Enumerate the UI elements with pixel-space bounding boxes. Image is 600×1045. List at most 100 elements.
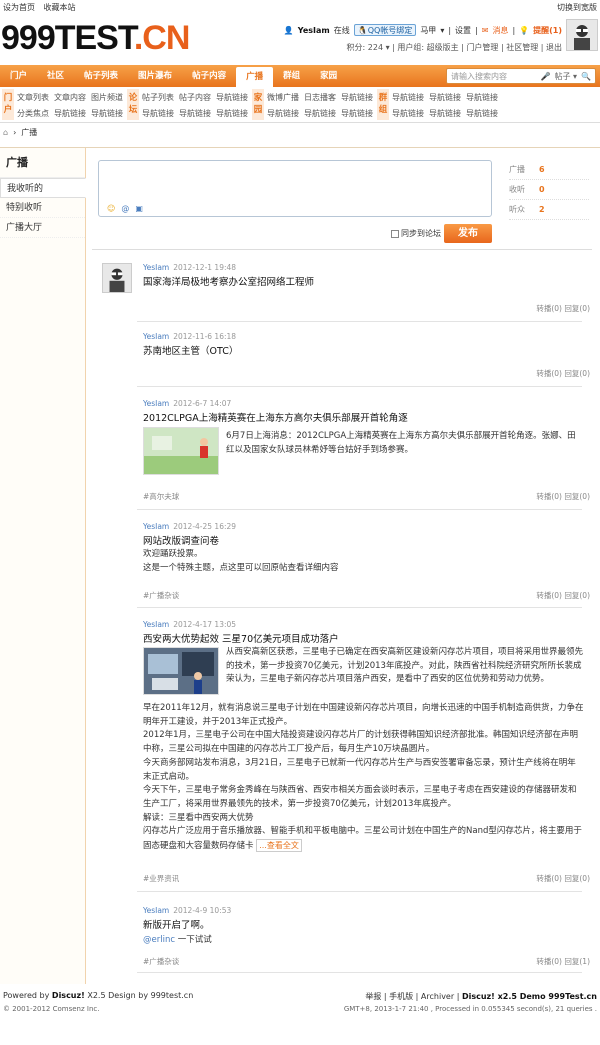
nav-item-home[interactable]: 家园 [310, 65, 347, 87]
post-author[interactable]: YesIam [143, 620, 169, 629]
sync-forum-option[interactable]: 同步到论坛 [391, 228, 441, 239]
home-icon[interactable]: ⌂ [3, 128, 8, 137]
subnav-link[interactable]: 导航链接 [267, 108, 299, 121]
sync-checkbox[interactable] [391, 229, 399, 238]
subnav-link[interactable]: 图片频道 [91, 92, 123, 105]
post-title[interactable]: 网站改版调查问卷 [143, 533, 219, 547]
messages-link[interactable]: 消息 [492, 25, 508, 36]
credits-link[interactable]: 积分: 224 [347, 43, 384, 52]
post-author[interactable]: YesIam [143, 906, 169, 915]
bookmark-link[interactable]: 收藏本站 [44, 3, 76, 12]
subnav-link[interactable]: 帖子列表 [142, 92, 174, 105]
post-author[interactable]: YesIam [143, 399, 169, 408]
subnav-link[interactable]: 导航链接 [179, 108, 211, 121]
switch-style-link[interactable]: 切换到宽版 [557, 2, 597, 13]
nav-item-thread-content[interactable]: 帖子内容 [182, 65, 236, 87]
subnav-link[interactable]: 导航链接 [216, 92, 248, 105]
settings-link[interactable]: 设置 [455, 25, 471, 36]
post-author[interactable]: YesIam [143, 263, 169, 272]
smiley-icon[interactable]: ☺ [107, 204, 115, 213]
search-input[interactable]: 请输入搜索内容 [447, 71, 541, 82]
subnav-link[interactable]: 导航链接 [429, 108, 461, 121]
portal-mgmt-link[interactable]: 门户管理 [466, 43, 498, 52]
archiver-link[interactable]: Archiver [421, 992, 454, 1001]
post-tag[interactable]: #业界资讯 [143, 873, 179, 884]
reply-link[interactable]: 回复(0) [564, 304, 590, 313]
repost-link[interactable]: 转播(0) [536, 957, 562, 966]
reply-link[interactable]: 回复(0) [564, 874, 590, 883]
avatar[interactable] [566, 19, 598, 51]
nav-item-groups[interactable]: 群组 [273, 65, 310, 87]
search-scope-select[interactable]: 帖子 ▾ [550, 71, 581, 82]
subnav-link[interactable]: 导航链接 [429, 92, 461, 105]
search-icon[interactable]: 🔍 [581, 72, 595, 81]
subnav-link[interactable]: 导航链接 [91, 108, 123, 121]
stat-followers[interactable]: 听众 2 [509, 200, 589, 220]
subnav-link[interactable]: 导航链接 [466, 108, 498, 121]
usergroup-link[interactable]: 用户组: 超级版主 [397, 43, 458, 52]
sidebar-item-hall[interactable]: 广播大厅 [0, 218, 85, 238]
subnav-link[interactable]: 日志播客 [304, 92, 336, 105]
subnav-link[interactable]: 文章列表 [17, 92, 49, 105]
stat-broadcast[interactable]: 广播 6 [509, 160, 589, 180]
nav-item-image-waterfall[interactable]: 图片瀑布 [128, 65, 182, 87]
demo-link[interactable]: Discuz! x2.5 Demo 999Test.cn [462, 992, 597, 1001]
avatar[interactable] [102, 263, 132, 293]
subnav-link[interactable]: 帖子内容 [179, 92, 211, 105]
subnav-link[interactable]: 导航链接 [54, 108, 86, 121]
nav-item-community[interactable]: 社区 [37, 65, 74, 87]
reply-link[interactable]: 回复(0) [564, 492, 590, 501]
subnav-link[interactable]: 文章内容 [54, 92, 86, 105]
logout-link[interactable]: 退出 [546, 43, 562, 52]
image-icon[interactable]: ▣ [135, 204, 143, 213]
stat-following[interactable]: 收听 0 [509, 180, 589, 200]
repost-link[interactable]: 转播(0) [536, 591, 562, 600]
reminders-link[interactable]: 提醒(1) [533, 25, 562, 36]
post-title[interactable]: 苏南地区主管（OTC） [143, 343, 238, 357]
post-tag[interactable]: #广播杂谈 [143, 956, 179, 967]
repost-link[interactable]: 转播(0) [536, 492, 562, 501]
qq-bind-button[interactable]: 🐧QQ帐号绑定 [353, 24, 417, 36]
post-title[interactable]: 西安两大优势起效 三星70亿美元项目成功落户 [143, 631, 339, 645]
repost-link[interactable]: 转播(0) [536, 304, 562, 313]
subnav-link[interactable]: 导航链接 [341, 92, 373, 105]
subnav-link[interactable]: 导航链接 [216, 108, 248, 121]
reply-link[interactable]: 回复(1) [564, 957, 590, 966]
site-logo[interactable]: 999TEST.CN [1, 20, 190, 56]
username-link[interactable]: YesIam [298, 26, 330, 35]
post-tag[interactable]: #广播杂谈 [143, 590, 179, 601]
community-mgmt-link[interactable]: 社区管理 [506, 43, 538, 52]
subnav-link[interactable]: 导航链接 [392, 92, 424, 105]
read-more-link[interactable]: ...查看全文 [256, 839, 302, 853]
nav-item-thread-list[interactable]: 帖子列表 [74, 65, 128, 87]
nav-item-broadcast[interactable]: 广播 [236, 67, 274, 87]
reply-link[interactable]: 回复(0) [564, 369, 590, 378]
reply-link[interactable]: 回复(0) [564, 591, 590, 600]
post-author[interactable]: YesIam [143, 522, 169, 531]
post-title[interactable]: 国家海洋局极地考察办公室招网络工程师 [143, 274, 314, 288]
subnav-link[interactable]: 分类焦点 [17, 108, 49, 121]
subnav-link[interactable]: 导航链接 [304, 108, 336, 121]
mention-link[interactable]: @erlinc [143, 935, 175, 945]
sidebar-item-following[interactable]: 我收听的 [0, 178, 86, 198]
sidebar-item-special[interactable]: 特别收听 [0, 198, 85, 218]
publish-button[interactable]: 发布 [444, 224, 492, 243]
set-home-link[interactable]: 设为首页 [3, 3, 35, 12]
subnav-link[interactable]: 导航链接 [466, 92, 498, 105]
post-tag[interactable]: #高尔夫球 [143, 491, 179, 502]
breadcrumb-current[interactable]: 广播 [21, 127, 37, 138]
alias-menu[interactable]: 马甲 [420, 25, 436, 36]
broadcast-textarea[interactable]: ☺ @ ▣ [98, 160, 492, 217]
online-status[interactable]: 在线 [334, 25, 350, 36]
post-title[interactable]: 新版开启了啊。 [143, 917, 210, 931]
nav-item-portal[interactable]: 门户 [0, 65, 37, 87]
mobile-link[interactable]: 手机版 [389, 992, 413, 1001]
subnav-link[interactable]: 导航链接 [392, 108, 424, 121]
repost-link[interactable]: 转播(0) [536, 874, 562, 883]
discuz-link[interactable]: Discuz! [52, 991, 85, 1000]
post-author[interactable]: YesIam [143, 332, 169, 341]
at-icon[interactable]: @ [121, 204, 129, 213]
post-image[interactable] [143, 647, 219, 695]
repost-link[interactable]: 转播(0) [536, 369, 562, 378]
subnav-link[interactable]: 微博广播 [267, 92, 299, 105]
